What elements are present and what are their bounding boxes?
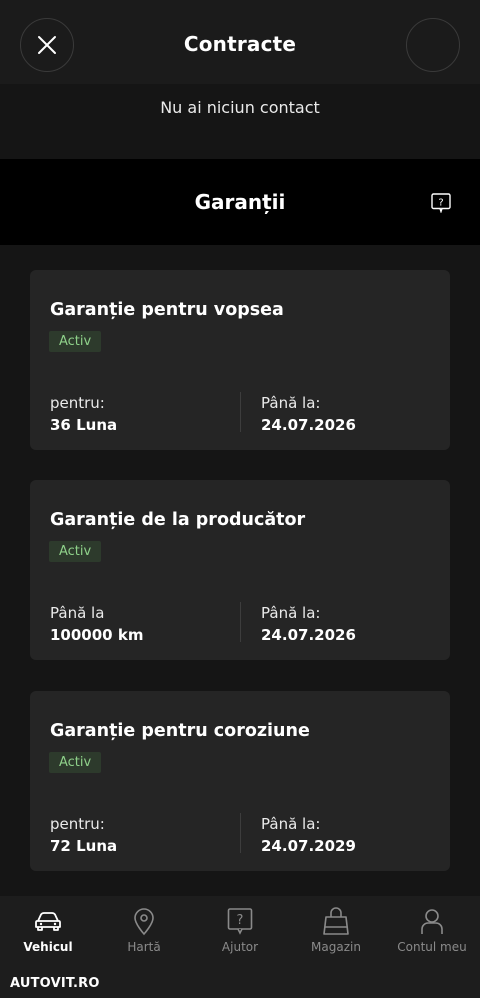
status-badge: Activ [49,331,102,352]
right-label: Până la: [261,604,321,622]
brand-watermark: AUTOVIT.RO [10,976,100,991]
map-pin-icon [134,908,154,936]
car-icon [35,912,61,931]
warranty-title: Garanție pentru vopsea [50,300,284,320]
nav-label: Magazin [311,940,361,954]
warranty-title: Garanție de la producător [50,510,306,530]
svg-text:?: ? [438,198,443,209]
contacts-section: Nu ai niciun contact [0,84,480,159]
right-label: Până la: [261,394,321,412]
help-icon[interactable]: ? [431,193,451,213]
left-label: pentru: [50,394,105,412]
status-badge: Activ [49,752,102,773]
nav-item-magazin[interactable]: Magazin [288,896,384,976]
contacts-empty-text: Nu ai niciun contact [160,98,320,117]
divider [240,602,241,642]
warranty-card[interactable]: Garanție pentru coroziune Activ pentru: … [30,691,450,871]
warranties-header: Garanții ? [0,159,480,245]
divider [240,392,241,432]
left-value: 72 Luna [50,837,118,855]
status-badge: Activ [49,541,102,562]
warranty-card[interactable]: Garanție de la producător Activ Până la … [30,480,450,660]
bottom-nav: Vehicul Hartă ? Ajutor Magazin Contul me… [0,896,480,998]
app-header: Contracte [0,0,480,84]
nav-item-ajutor[interactable]: ? Ajutor [192,896,288,976]
warranty-card[interactable]: Garanție pentru vopsea Activ pentru: 36 … [30,270,450,450]
help-icon: ? [227,908,253,935]
nav-item-harta[interactable]: Hartă [96,896,192,976]
warranty-title: Garanție pentru coroziune [50,721,310,741]
left-value: 36 Luna [50,416,118,434]
left-label: Până la [50,604,105,622]
nav-label: Vehicul [23,940,73,954]
right-value: 24.07.2029 [261,837,356,855]
nav-label: Hartă [127,940,161,954]
left-label: pentru: [50,815,105,833]
nav-label: Contul meu [397,940,467,954]
user-icon [421,909,443,934]
header-action-button[interactable] [406,18,460,72]
nav-item-vehicul[interactable]: Vehicul [0,896,96,976]
divider [240,813,241,853]
nav-label: Ajutor [221,940,259,954]
warranties-title: Garanții [194,190,286,214]
right-label: Până la: [261,815,321,833]
shopping-bag-icon [323,907,349,935]
nav-item-contul-meu[interactable]: Contul meu [384,896,480,976]
svg-text:?: ? [237,913,244,928]
left-value: 100000 km [50,626,144,644]
right-value: 24.07.2026 [261,626,356,644]
right-value: 24.07.2026 [261,416,356,434]
